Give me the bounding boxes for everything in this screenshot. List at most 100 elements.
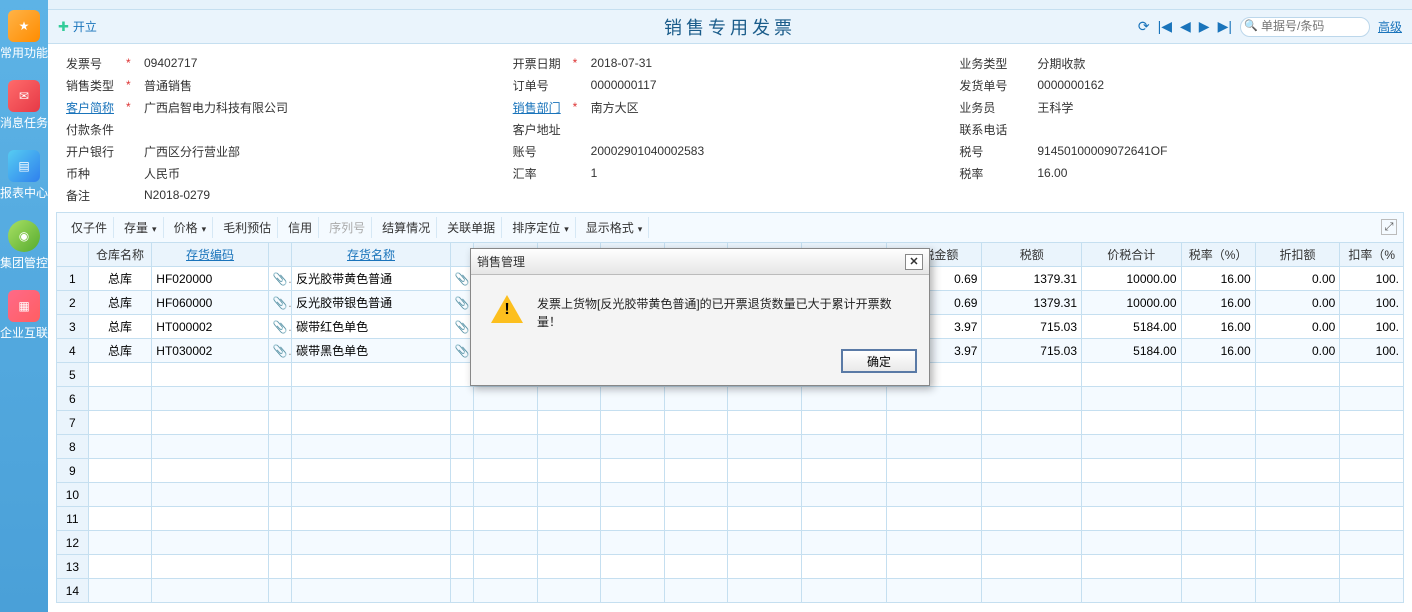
close-icon[interactable]: ✕ (905, 254, 923, 270)
ok-button[interactable]: 确定 (841, 349, 917, 373)
cell-empty[interactable] (268, 555, 291, 579)
cell-empty[interactable] (450, 555, 473, 579)
cell-empty[interactable] (1340, 459, 1404, 483)
table-row-empty[interactable]: 9 (57, 459, 1404, 483)
hdr-name[interactable]: 存货名称 (292, 243, 451, 267)
cell-empty[interactable] (887, 483, 982, 507)
cell-empty[interactable] (450, 387, 473, 411)
cell-pst[interactable]: 5184.00 (1082, 315, 1182, 339)
field-value[interactable]: 0000000162 (1033, 78, 1104, 92)
cell-tax[interactable]: 715.03 (982, 339, 1082, 363)
cell-empty[interactable] (152, 531, 268, 555)
attach-icon[interactable]: 📎 (268, 291, 291, 315)
cell-empty[interactable] (982, 555, 1082, 579)
sidebar-item-group[interactable]: ◉集团管控 (0, 210, 48, 280)
cell-empty[interactable] (982, 411, 1082, 435)
cell-empty[interactable] (474, 555, 538, 579)
cell-empty[interactable] (887, 459, 982, 483)
sidebar-item-msg[interactable]: ✉消息任务 (0, 70, 48, 140)
cell-empty[interactable] (152, 411, 268, 435)
cell-empty[interactable] (887, 507, 982, 531)
cell-empty[interactable] (450, 531, 473, 555)
cell-empty[interactable] (1181, 387, 1255, 411)
hdr-tax[interactable]: 税额 (982, 243, 1082, 267)
cell-empty[interactable] (292, 411, 451, 435)
field-value[interactable]: 广西区分行营业部 (140, 143, 240, 160)
cell-empty[interactable] (152, 507, 268, 531)
cell-empty[interactable] (268, 411, 291, 435)
cell-empty[interactable] (474, 387, 538, 411)
cell-empty[interactable] (1082, 579, 1182, 603)
cell-name[interactable]: 碳带黑色单色 (292, 339, 451, 363)
field-value[interactable]: 普通销售 (140, 77, 192, 94)
table-row-empty[interactable]: 12 (57, 531, 1404, 555)
last-icon[interactable]: ▶| (1218, 18, 1232, 35)
cell-empty[interactable] (268, 579, 291, 603)
cell-empty[interactable] (152, 483, 268, 507)
cell-empty[interactable] (1082, 459, 1182, 483)
field-value[interactable]: 1 (587, 166, 598, 180)
hdr-disc[interactable]: 折扣额 (1255, 243, 1340, 267)
cell-empty[interactable] (1082, 531, 1182, 555)
cell-empty[interactable] (450, 483, 473, 507)
cell-empty[interactable] (537, 483, 601, 507)
cell-empty[interactable] (1340, 579, 1404, 603)
hdr-dr[interactable]: 扣率（% (1340, 243, 1404, 267)
gtb-sort[interactable]: 排序定位 (506, 217, 576, 238)
cell-empty[interactable] (728, 411, 802, 435)
cell-empty[interactable] (887, 531, 982, 555)
cell-empty[interactable] (601, 411, 665, 435)
cell-empty[interactable] (601, 579, 665, 603)
cell-empty[interactable] (1255, 387, 1340, 411)
cell-empty[interactable] (1181, 435, 1255, 459)
cell-tr[interactable]: 16.00 (1181, 291, 1255, 315)
field-label[interactable]: 客户简称 (66, 99, 124, 116)
cell-empty[interactable] (802, 507, 887, 531)
gtb-related[interactable]: 关联单据 (441, 217, 502, 238)
cell-empty[interactable] (601, 459, 665, 483)
cell-empty[interactable] (292, 459, 451, 483)
cell-wh[interactable]: 总库 (88, 291, 152, 315)
cell-empty[interactable] (152, 459, 268, 483)
cell-empty[interactable] (292, 483, 451, 507)
search-input[interactable] (1261, 19, 1363, 33)
cell-empty[interactable] (887, 435, 982, 459)
table-row-empty[interactable]: 6 (57, 387, 1404, 411)
next-icon[interactable]: ▶ (1199, 18, 1210, 35)
cell-disc[interactable]: 0.00 (1255, 315, 1340, 339)
cell-empty[interactable] (728, 579, 802, 603)
table-row-empty[interactable]: 13 (57, 555, 1404, 579)
cell-empty[interactable] (268, 435, 291, 459)
cell-empty[interactable] (268, 507, 291, 531)
first-icon[interactable]: |◀ (1158, 18, 1172, 35)
cell-empty[interactable] (887, 411, 982, 435)
cell-empty[interactable] (601, 435, 665, 459)
reset-icon[interactable]: ⟳ (1138, 18, 1150, 35)
gtb-price[interactable]: 价格 (168, 217, 214, 238)
table-row-empty[interactable]: 11 (57, 507, 1404, 531)
cell-empty[interactable] (450, 411, 473, 435)
cell-empty[interactable] (1255, 411, 1340, 435)
cell-empty[interactable] (1340, 555, 1404, 579)
cell-empty[interactable] (1181, 579, 1255, 603)
cell-empty[interactable] (982, 531, 1082, 555)
cell-empty[interactable] (268, 363, 291, 387)
cell-empty[interactable] (88, 555, 152, 579)
cell-pst[interactable]: 10000.00 (1082, 291, 1182, 315)
cell-empty[interactable] (1255, 435, 1340, 459)
hdr-code[interactable]: 存货编码 (152, 243, 268, 267)
cell-empty[interactable] (802, 531, 887, 555)
cell-empty[interactable] (664, 387, 728, 411)
cell-name[interactable]: 碳带红色单色 (292, 315, 451, 339)
sidebar-item-common[interactable]: ★常用功能 (0, 0, 48, 70)
cell-empty[interactable] (1181, 507, 1255, 531)
cell-empty[interactable] (728, 387, 802, 411)
cell-empty[interactable] (1181, 555, 1255, 579)
cell-empty[interactable] (450, 435, 473, 459)
cell-pst[interactable]: 5184.00 (1082, 339, 1182, 363)
cell-dr[interactable]: 100. (1340, 315, 1404, 339)
cell-empty[interactable] (887, 579, 982, 603)
cell-empty[interactable] (152, 387, 268, 411)
cell-empty[interactable] (450, 507, 473, 531)
cell-tax[interactable]: 715.03 (982, 315, 1082, 339)
